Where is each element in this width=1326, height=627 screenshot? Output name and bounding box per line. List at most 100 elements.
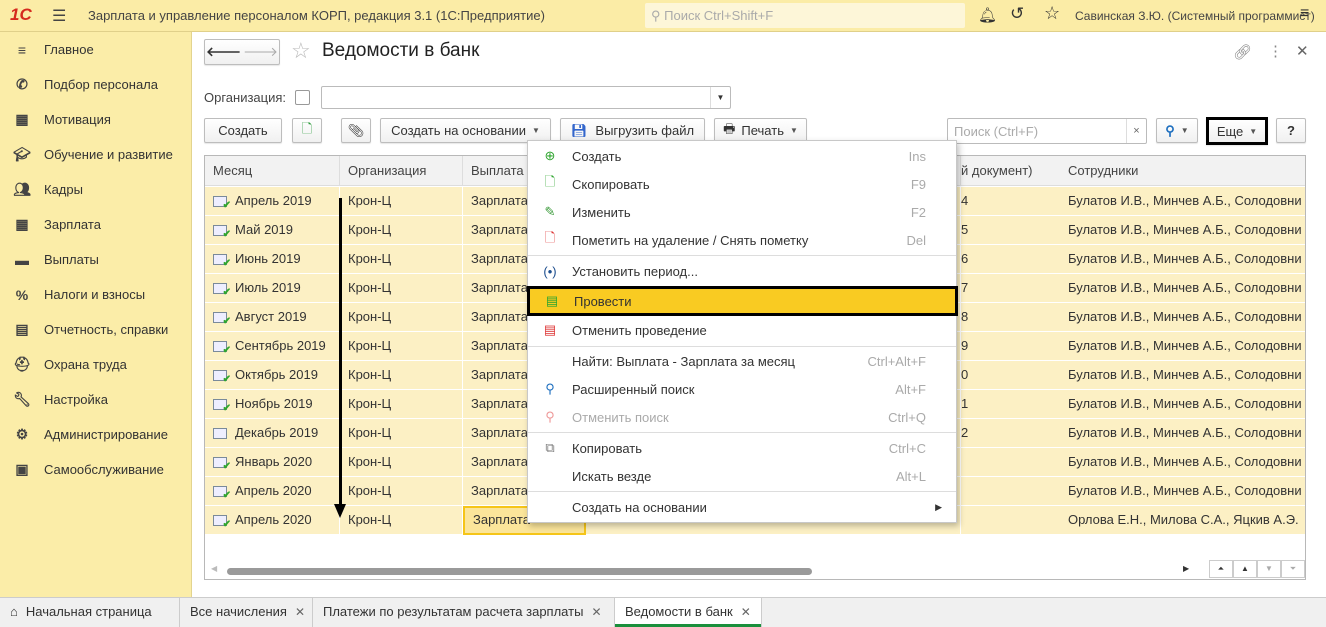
create-based-on-button[interactable]: Создать на основании ▼ bbox=[380, 118, 551, 143]
help-button[interactable]: ? bbox=[1276, 118, 1306, 143]
posted-document-icon: ✔ bbox=[213, 196, 231, 211]
last-row-icon[interactable]: ⏷ bbox=[1281, 560, 1305, 578]
menu-item-6[interactable]: ▤ Отменить проведение bbox=[528, 316, 956, 344]
history-icon[interactable]: ↺ bbox=[1010, 4, 1024, 24]
scroll-left-icon[interactable]: ◀ bbox=[211, 564, 217, 573]
horizontal-scrollbar[interactable] bbox=[227, 568, 812, 575]
org-field[interactable]: ▼ bbox=[321, 86, 731, 109]
settings-menu-icon[interactable]: ≡ bbox=[1300, 5, 1309, 23]
tab-2[interactable]: Платежи по результатам расчета зарплаты ✕ bbox=[313, 598, 615, 627]
posted-document-icon: ✔ bbox=[213, 254, 231, 269]
menu-item-8[interactable]: ⚲ Расширенный поиск Alt+F bbox=[528, 375, 956, 403]
menu-item-3[interactable]: 🗋 Пометить на удаление / Снять пометку Del bbox=[528, 226, 956, 254]
sidebar-item-6[interactable]: ▬ Выплаты bbox=[0, 242, 191, 277]
sidebar-item-11[interactable]: ⚙ Администрирование bbox=[0, 417, 191, 452]
column-header-employees[interactable]: Сотрудники bbox=[1060, 156, 1305, 186]
menu-item-label: Провести bbox=[574, 293, 632, 309]
list-search-input[interactable]: Поиск (Ctrl+F) × bbox=[947, 118, 1147, 144]
sidebar-item-8[interactable]: ▤ Отчетность, справки bbox=[0, 312, 191, 347]
create-button[interactable]: Создать bbox=[204, 118, 282, 143]
link-icon[interactable]: 🔗︎ bbox=[1233, 43, 1252, 61]
scroll-right-icon[interactable]: ▶ bbox=[1183, 564, 1189, 573]
dropdown-arrow-icon[interactable]: ▼ bbox=[710, 87, 730, 108]
sidebar-item-1[interactable]: ✆ Подбор персонала bbox=[0, 67, 191, 102]
sidebar-item-label: Отчетность, справки bbox=[44, 322, 169, 337]
bell-icon[interactable]: 🔔︎ bbox=[978, 6, 997, 24]
posted-document-icon: ✔ bbox=[213, 341, 231, 356]
sidebar-item-4[interactable]: 👥︎ Кадры bbox=[0, 172, 191, 207]
sidebar-item-0[interactable]: ≡ Главное bbox=[0, 32, 191, 67]
forward-arrow-icon[interactable]: 🡒 bbox=[243, 44, 278, 60]
tab-1[interactable]: Все начисления ✕ bbox=[180, 598, 313, 627]
menu-item-label: Создать на основании bbox=[572, 499, 707, 515]
cell-payment-document: 5 bbox=[961, 216, 1061, 245]
sidebar-item-2[interactable]: ▦ Мотивация bbox=[0, 102, 191, 137]
first-row-icon[interactable]: ⏶ bbox=[1209, 560, 1233, 578]
menu-shortcut: Alt+L bbox=[896, 468, 926, 484]
copy-icon: ⧉ bbox=[545, 440, 555, 455]
cell-month: Декабрь 2019 bbox=[205, 419, 340, 448]
close-tab-icon[interactable]: ✕ bbox=[295, 605, 305, 619]
menu-item-label: Скопировать bbox=[572, 176, 650, 192]
attach-button[interactable]: 📎︎ bbox=[341, 118, 371, 143]
cancel-search-icon: ⚲ bbox=[545, 409, 555, 424]
annotation-arrow-head bbox=[334, 504, 346, 518]
menu-item-4[interactable]: (•) Установить период... bbox=[528, 257, 956, 285]
menu-item-10[interactable]: ⧉ Копировать Ctrl+C bbox=[528, 434, 956, 462]
back-arrow-icon[interactable]: 🡐 bbox=[206, 44, 241, 60]
favorites-star-icon[interactable]: ☆ bbox=[1044, 3, 1060, 24]
column-header-month[interactable]: Месяц bbox=[205, 156, 340, 186]
global-search-input[interactable]: ⚲ Поиск Ctrl+Shift+F bbox=[645, 3, 965, 28]
cell-employees: Булатов И.В., Минчев А.Б., Солодовни bbox=[1060, 419, 1305, 448]
tab-3[interactable]: Ведомости в банк ✕ bbox=[615, 598, 762, 627]
column-header-organization[interactable]: Организация bbox=[340, 156, 463, 186]
sidebar-item-12[interactable]: ▣ Самообслуживание bbox=[0, 452, 191, 487]
menu-item-label: Искать везде bbox=[572, 468, 652, 484]
search-options-button[interactable]: ⚲ ▼ bbox=[1156, 118, 1198, 143]
menu-item-0[interactable]: ⊕ Создать Ins bbox=[528, 142, 956, 170]
delete-mark-icon: 🗋 bbox=[544, 230, 556, 245]
org-checkbox[interactable] bbox=[295, 90, 310, 105]
column-header-payment-document[interactable]: й документ) bbox=[961, 156, 1061, 186]
sidebar-item-label: Администрирование bbox=[44, 427, 168, 442]
sidebar-item-10[interactable]: 🔧︎ Настройка bbox=[0, 382, 191, 417]
sidebar-item-5[interactable]: ▦ Зарплата bbox=[0, 207, 191, 242]
more-vert-icon[interactable]: ⋮ bbox=[1268, 42, 1283, 60]
calculator-icon: ▦ bbox=[15, 216, 29, 232]
menu-item-7[interactable]: Найти: Выплата - Зарплата за месяц Ctrl+A… bbox=[528, 347, 956, 375]
sidebar-item-label: Подбор персонала bbox=[44, 77, 158, 92]
menu-item-2[interactable]: ✎ Изменить F2 bbox=[528, 198, 956, 226]
create-based-label: Создать на основании bbox=[391, 123, 526, 138]
sidebar-item-label: Зарплата bbox=[44, 217, 101, 232]
sidebar-item-9[interactable]: ⛑︎ Охрана труда bbox=[0, 347, 191, 382]
close-tab-icon[interactable]: ✕ bbox=[741, 605, 751, 619]
menu-item-11[interactable]: Искать везде Alt+L bbox=[528, 462, 956, 490]
tab-0[interactable]: ⌂ Начальная страница bbox=[0, 598, 180, 627]
sidebar-item-3[interactable]: 🎓︎ Обучение и развитие bbox=[0, 137, 191, 172]
phone-icon: ✆ bbox=[16, 76, 28, 92]
cell-month: ✔ Апрель 2019 bbox=[205, 187, 340, 216]
sidebar-item-7[interactable]: % Налоги и взносы bbox=[0, 277, 191, 312]
menu-item-1[interactable]: 🗋 Скопировать F9 bbox=[528, 170, 956, 198]
post-icon: ▤ bbox=[545, 293, 559, 308]
people-icon: 👥︎ bbox=[13, 181, 31, 197]
prev-row-icon[interactable]: ▲ bbox=[1233, 560, 1257, 578]
menu-item-5[interactable]: ▤ Провести bbox=[527, 286, 958, 316]
cell-employees: Булатов И.В., Минчев А.Б., Солодовни bbox=[1060, 245, 1305, 274]
close-icon[interactable]: ✕ bbox=[1296, 42, 1309, 60]
current-user[interactable]: Савинская З.Ю. (Системный программист) bbox=[1075, 9, 1315, 23]
copy-doc-button[interactable]: 🗋 bbox=[292, 118, 322, 143]
document-icon bbox=[213, 428, 227, 440]
more-button[interactable]: Еще ▼ bbox=[1206, 117, 1268, 145]
main-menu-icon[interactable]: ☰ bbox=[52, 6, 66, 26]
period-icon: (•) bbox=[543, 263, 557, 279]
menu-item-9[interactable]: ⚲ Отменить поиск Ctrl+Q bbox=[528, 403, 956, 431]
menu-separator bbox=[528, 491, 956, 492]
favorite-star-icon[interactable]: ☆ bbox=[291, 38, 311, 64]
close-tab-icon[interactable]: ✕ bbox=[591, 605, 601, 619]
cell-payment-document: 8 bbox=[961, 303, 1061, 332]
menu-item-12[interactable]: Создать на основании ▶ bbox=[528, 493, 956, 521]
clear-search-icon[interactable]: × bbox=[1126, 119, 1146, 143]
next-row-icon[interactable]: ▼ bbox=[1257, 560, 1281, 578]
cell-employees: Булатов И.В., Минчев А.Б., Солодовни bbox=[1060, 187, 1305, 216]
